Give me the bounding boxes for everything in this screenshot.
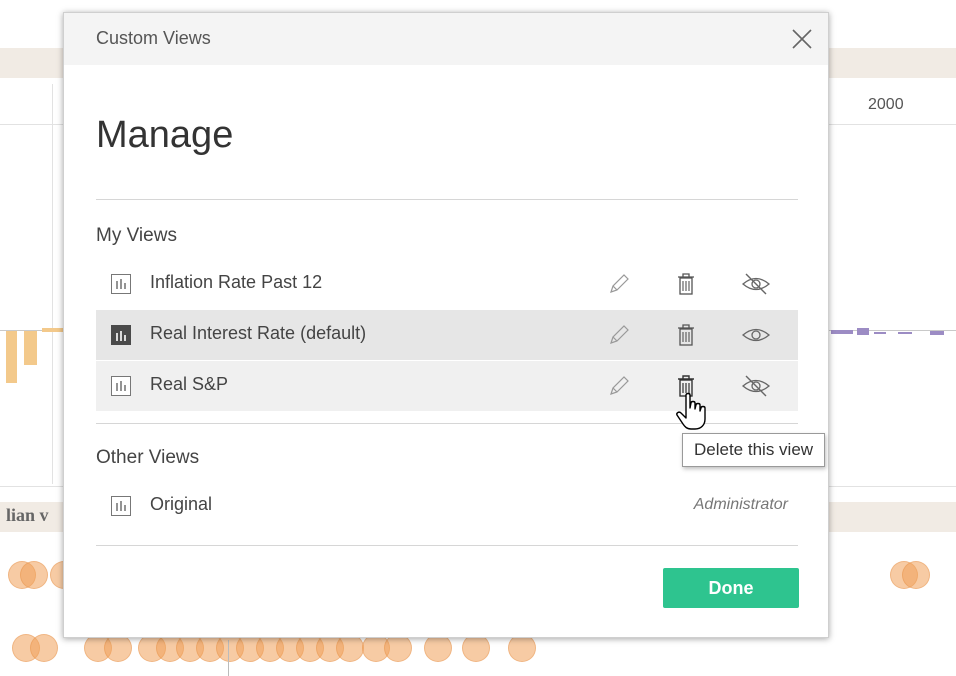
view-name[interactable]: Original <box>150 494 212 515</box>
chart-bubble <box>30 634 58 662</box>
eye-hidden-icon <box>741 273 771 295</box>
divider <box>96 199 798 200</box>
delete-view-button[interactable] <box>673 322 699 348</box>
my-views-label: My Views <box>96 225 177 246</box>
page-title: Manage <box>96 114 234 156</box>
chart-bar <box>6 331 17 383</box>
dialog-header: Custom Views <box>64 13 828 65</box>
toggle-visibility-button[interactable] <box>741 271 771 297</box>
trash-icon <box>678 273 694 295</box>
grid-line <box>228 640 229 676</box>
view-icon <box>111 325 131 345</box>
axis-year-label: 2000 <box>868 96 904 113</box>
done-button[interactable]: Done <box>663 568 799 608</box>
view-icon <box>111 376 131 396</box>
trash-icon <box>678 324 694 346</box>
view-name[interactable]: Inflation Rate Past 12 <box>150 272 322 293</box>
edit-view-button[interactable] <box>606 322 632 348</box>
dialog-title: Custom Views <box>96 28 211 48</box>
view-name[interactable]: Real Interest Rate (default) <box>150 323 366 344</box>
chart-bubble <box>462 634 490 662</box>
chart-dash <box>898 332 912 334</box>
partial-section-title: lian v <box>6 505 49 525</box>
view-icon <box>111 274 131 294</box>
eye-hidden-icon <box>741 375 771 397</box>
grid-line <box>52 84 53 484</box>
delete-tooltip: Delete this view <box>682 433 826 467</box>
chart-bubble <box>104 634 132 662</box>
chart-dash <box>857 328 869 335</box>
chart-bubble <box>508 634 536 662</box>
chart-dash <box>831 330 853 334</box>
eye-icon <box>741 328 771 342</box>
view-row-original[interactable]: Original Administrator <box>96 481 798 531</box>
chart-bubble <box>424 634 452 662</box>
view-name[interactable]: Real S&P <box>150 374 228 395</box>
other-views-label: Other Views <box>96 447 200 468</box>
chart-bubble <box>20 561 48 589</box>
divider <box>96 545 798 546</box>
toggle-visibility-button[interactable] <box>741 373 771 399</box>
toggle-visibility-button[interactable] <box>741 322 771 348</box>
close-button[interactable] <box>790 27 814 51</box>
chart-bubble <box>336 634 364 662</box>
edit-view-button[interactable] <box>606 373 632 399</box>
chart-dash <box>930 331 944 335</box>
chart-bar <box>42 328 63 332</box>
pencil-icon <box>610 325 629 344</box>
view-row-real-interest-rate[interactable]: Real Interest Rate (default) <box>96 310 798 360</box>
chart-bar <box>24 331 37 365</box>
delete-view-button[interactable] <box>673 271 699 297</box>
custom-views-dialog: Custom Views Manage My Views Inflation R… <box>63 12 829 638</box>
chart-bubble <box>384 634 412 662</box>
pencil-icon <box>610 274 629 293</box>
hand-pointer-cursor-icon <box>674 392 708 432</box>
chart-dash <box>874 332 886 334</box>
edit-view-button[interactable] <box>606 271 632 297</box>
view-row-inflation-rate[interactable]: Inflation Rate Past 12 <box>96 259 798 309</box>
chart-bubble <box>902 561 930 589</box>
view-icon <box>111 496 131 516</box>
view-owner: Administrator <box>693 496 788 513</box>
pencil-icon <box>610 376 629 395</box>
close-icon <box>792 29 812 49</box>
